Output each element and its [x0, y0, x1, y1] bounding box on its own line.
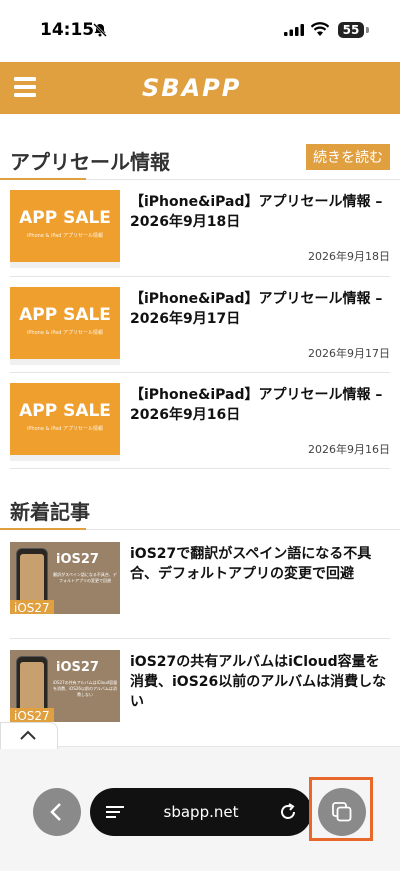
news-thumbnail[interactable]: iOS27 翻訳がスペイン語になる不具合、デフォルトアプリの変更で回避 iOS2… [10, 542, 120, 614]
category-tag[interactable]: iOS27 [10, 708, 54, 722]
site-logo[interactable]: SBAPP [142, 74, 241, 102]
collapse-tab[interactable] [0, 722, 58, 749]
thumbnail-title: iOS27 [56, 552, 99, 567]
tabs-button[interactable] [318, 788, 366, 836]
thumbnail-shadow [10, 359, 120, 365]
status-bar: 14:15 55 [0, 0, 400, 62]
read-more-button[interactable]: 続きを読む [306, 144, 390, 170]
news-section-header: 新着記事 [0, 490, 400, 530]
thumbnail-title: APP SALE [19, 305, 111, 325]
bell-muted-icon [93, 23, 107, 37]
article-title[interactable]: 【iPhone&iPad】アプリセール情報 – 2026年9月16日 [130, 385, 390, 425]
status-time: 14:15 [40, 20, 95, 40]
thumbnail-title: iOS27 [56, 660, 99, 675]
section-title: 新着記事 [10, 500, 90, 524]
app-sale-thumbnail[interactable]: APP SALE iPhone & iPad アプリセール情報 [10, 190, 120, 262]
category-tag[interactable]: iOS27 [10, 600, 54, 614]
address-bar[interactable]: sbapp.net [90, 788, 312, 836]
tabs-icon [332, 802, 352, 822]
chevron-left-icon [50, 803, 61, 821]
site-header: SBAPP [0, 62, 400, 114]
app-sale-thumbnail[interactable]: APP SALE iPhone & iPad アプリセール情報 [10, 383, 120, 455]
sale-list-item[interactable]: APP SALE iPhone & iPad アプリセール情報 【iPhone&… [10, 190, 390, 286]
reload-icon[interactable] [278, 802, 298, 822]
article-title[interactable]: iOS27の共有アルバムはiCloud容量を消費、iOS26以前のアルバムは消費… [130, 652, 390, 712]
article-date: 2026年9月18日 [308, 250, 390, 263]
section-accent-bar [0, 178, 86, 180]
sale-section-header: アプリセール情報 続きを読む [0, 140, 400, 180]
news-list-item[interactable]: iOS27 翻訳がスペイン語になる不具合、デフォルトアプリの変更で回避 iOS2… [10, 542, 390, 642]
thumbnail-subtitle: iPhone & iPad アプリセール情報 [27, 426, 103, 432]
news-thumbnail[interactable]: iOS27 iOS27の共有アルバムはiCloud容量を消費、iOS26以前のア… [10, 650, 120, 722]
thumbnail-shadow [10, 455, 120, 461]
thumbnail-title: APP SALE [19, 208, 111, 228]
article-title[interactable]: 【iPhone&iPad】アプリセール情報 – 2026年9月18日 [130, 192, 390, 232]
article-date: 2026年9月16日 [308, 443, 390, 456]
thumbnail-subtitle: iPhone & iPad アプリセール情報 [27, 233, 103, 239]
article-date: 2026年9月17日 [308, 347, 390, 360]
thumbnail-subtitle: iOS27の共有アルバムはiCloud容量を消費、iOS26以前のアルバムは消費… [52, 680, 118, 697]
thumbnail-shadow [10, 262, 120, 268]
chevron-up-icon [20, 730, 36, 740]
battery-indicator: 55 [338, 22, 364, 38]
sale-list-item[interactable]: APP SALE iPhone & iPad アプリセール情報 【iPhone&… [10, 287, 390, 383]
list-divider [10, 276, 390, 277]
wifi-icon [310, 22, 330, 36]
news-list-item[interactable]: iOS27 iOS27の共有アルバムはiCloud容量を消費、iOS26以前のア… [10, 650, 390, 750]
article-title[interactable]: iOS27で翻訳がスペイン語になる不具合、デフォルトアプリの変更で回避 [130, 544, 390, 584]
list-divider [10, 638, 390, 639]
back-button[interactable] [33, 788, 81, 836]
thumbnail-subtitle: 翻訳がスペイン語になる不具合、デフォルトアプリの変更で回避 [53, 572, 117, 583]
article-title[interactable]: 【iPhone&iPad】アプリセール情報 – 2026年9月17日 [130, 289, 390, 329]
list-divider [10, 372, 390, 373]
thumbnail-title: APP SALE [19, 401, 111, 421]
section-accent-bar [0, 528, 86, 530]
section-title: アプリセール情報 [10, 150, 170, 174]
cellular-signal-icon [284, 24, 304, 36]
thumbnail-subtitle: iPhone & iPad アプリセール情報 [27, 330, 103, 336]
battery-tip [366, 27, 369, 33]
sale-list-item[interactable]: APP SALE iPhone & iPad アプリセール情報 【iPhone&… [10, 383, 390, 479]
hamburger-menu-icon[interactable] [14, 77, 36, 99]
app-sale-thumbnail[interactable]: APP SALE iPhone & iPad アプリセール情報 [10, 287, 120, 359]
list-divider [10, 468, 390, 469]
